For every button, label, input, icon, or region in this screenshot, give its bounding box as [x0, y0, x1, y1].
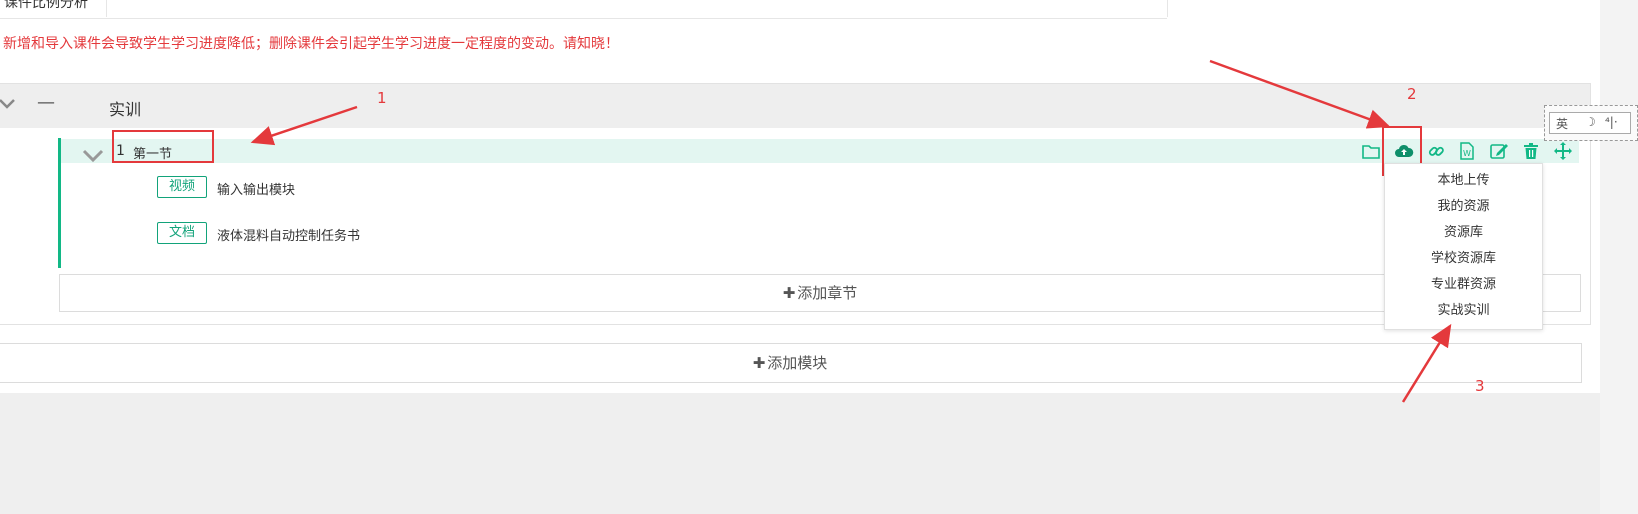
resource-tag-video: 视频 — [157, 176, 207, 198]
module-title[interactable]: 实训 — [109, 96, 141, 120]
punctuation-icon[interactable]: ⁴|· — [1605, 115, 1618, 129]
trash-icon[interactable] — [1521, 141, 1541, 161]
annotation-label-1: 1 — [377, 89, 387, 107]
add-module-label: 添加模块 — [767, 354, 828, 372]
folder-icon[interactable] — [1361, 141, 1381, 161]
link-icon[interactable] — [1426, 141, 1446, 161]
scrollbar-track[interactable] — [1600, 0, 1638, 514]
annotation-label-2: 2 — [1407, 85, 1417, 103]
chevron-down-icon[interactable] — [0, 96, 16, 112]
section-header[interactable] — [61, 139, 1579, 163]
resource-tag-document: 文档 — [157, 222, 207, 244]
course-ratio-label: 课件比例分析 — [4, 0, 88, 11]
move-icon[interactable] — [1553, 141, 1573, 161]
add-section-label: 添加章节 — [797, 284, 858, 302]
resource-name-video[interactable]: 输入输出模块 — [217, 179, 295, 198]
menu-item-major-group-resources[interactable]: 专业群资源 — [1385, 272, 1542, 298]
menu-item-resource-library[interactable]: 资源库 — [1385, 220, 1542, 246]
warning-notice: 新增和导入课件会导致学生学习进度降低；删除课件会引起学生学习进度一定程度的变动。… — [3, 36, 619, 52]
resource-name-document[interactable]: 液体混料自动控制任务书 — [217, 225, 360, 244]
menu-item-practical-training[interactable]: 实战实训 — [1385, 298, 1542, 324]
plus-icon: ✚ — [752, 354, 766, 372]
module-dash: — — [37, 92, 55, 113]
course-ratio-field[interactable] — [106, 0, 1168, 17]
menu-item-school-library[interactable]: 学校资源库 — [1385, 246, 1542, 272]
menu-item-local-upload[interactable]: 本地上传 — [1385, 168, 1542, 194]
moon-icon[interactable]: ☽ — [1585, 115, 1596, 129]
chevron-down-icon[interactable] — [82, 148, 104, 164]
ime-language[interactable]: 英 — [1556, 115, 1568, 132]
menu-item-my-resources[interactable]: 我的资源 — [1385, 194, 1542, 220]
plus-icon: ✚ — [782, 284, 796, 302]
edit-icon[interactable] — [1489, 141, 1509, 161]
ime-toolbar-inner: 英 ☽ ⁴|· — [1549, 112, 1631, 134]
course-ratio-row: 课件比例分析 — [0, 0, 1168, 19]
ime-toolbar[interactable]: 英 ☽ ⁴|· — [1544, 105, 1638, 141]
highlight-box-section-title — [112, 130, 214, 163]
upload-dropdown-menu: 本地上传 我的资源 资源库 学校资源库 专业群资源 实战实训 — [1384, 163, 1543, 330]
annotation-label-3: 3 — [1475, 377, 1485, 395]
module-header[interactable]: — 实训 — [0, 84, 1590, 128]
add-section-button[interactable]: ✚ 添加章节 — [59, 274, 1581, 312]
add-module-button[interactable]: ✚ 添加模块 — [0, 343, 1582, 383]
svg-text:W: W — [1463, 149, 1471, 158]
word-doc-icon[interactable]: W — [1457, 141, 1477, 161]
